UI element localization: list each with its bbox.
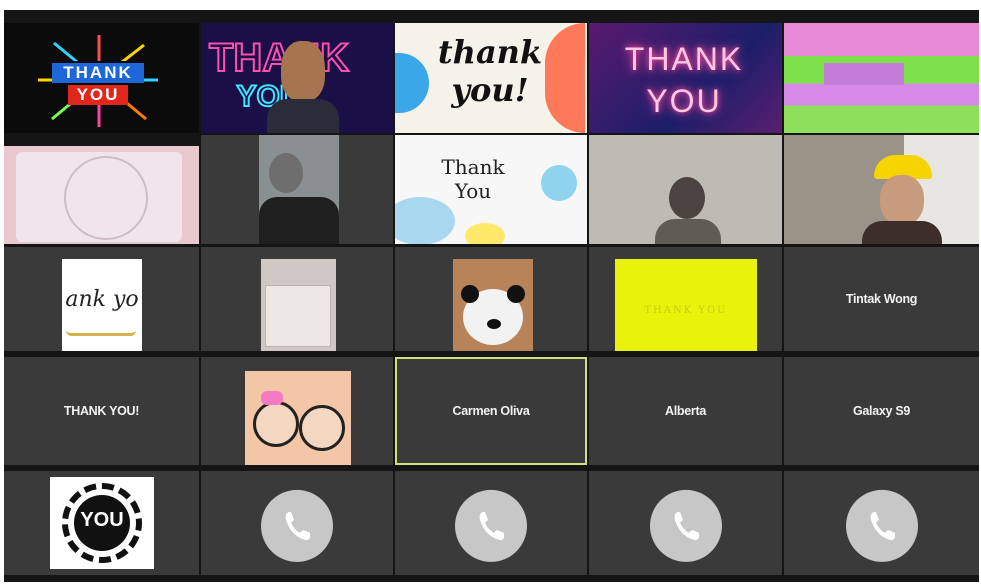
glitch-block (824, 63, 904, 85)
neon-sign-thank: THANK (624, 41, 744, 77)
participant-tile-thank-you-card[interactable]: Thank You (395, 135, 587, 244)
participant-tile-person-1[interactable] (201, 135, 393, 244)
card-thank-text: Thank (441, 155, 505, 179)
phone-call-avatar (845, 489, 918, 562)
participant-shirt (267, 99, 339, 133)
stork-illustration (64, 156, 148, 240)
participant-tile-phone-2[interactable] (395, 471, 587, 575)
participant-tile-thank-you-fireworks[interactable]: THANK YOU (4, 23, 199, 133)
participant-tile-thank-you-name[interactable]: THANK YOU! (4, 357, 199, 465)
participant-head (669, 177, 705, 219)
participant-name-carmen-oliva: Carmen Oliva (452, 404, 530, 418)
participant-body (259, 197, 339, 244)
participant-tile-panda[interactable] (395, 247, 587, 351)
fireworks-you-label: YOU (68, 85, 128, 105)
participant-face (880, 175, 924, 225)
participant-tile-mickey-minnie[interactable] (201, 357, 393, 465)
panda-nose (487, 319, 501, 329)
boxes (265, 285, 331, 347)
participant-name-thank-you: THANK YOU! (63, 404, 140, 418)
phone-call-avatar (261, 489, 333, 562)
gold-swirl (66, 325, 136, 336)
participant-tile-you-sticker[interactable]: YOU (4, 471, 199, 575)
participant-tile-phone-3[interactable] (589, 471, 782, 575)
phone-icon (674, 511, 699, 541)
panda-ear-left (461, 285, 479, 303)
participant-head (269, 153, 303, 193)
participant-tile-carmen-oliva[interactable]: Carmen Oliva (395, 357, 587, 465)
participant-body (862, 221, 942, 244)
you-sticker-text: YOU (80, 509, 124, 531)
participant-tile-galaxy-s9[interactable]: Galaxy S9 (784, 357, 979, 465)
neon-sign-you: YOU (646, 83, 722, 119)
participant-tile-held-card[interactable] (4, 146, 199, 244)
participant-tile-person-yellow-hat[interactable] (784, 135, 979, 244)
participant-tile-phone-4[interactable] (784, 471, 979, 575)
handwritten-thank-you-text: ank yo (65, 287, 139, 312)
participant-tile-alberta[interactable]: Alberta (589, 357, 782, 465)
participant-grid: THANK YOU THANK YOU thank you! THANK YOU… (4, 10, 979, 582)
participant-tile-person-2[interactable] (589, 135, 782, 244)
watercolor-blob-yellow (465, 223, 505, 244)
script-thank-text: thank (437, 33, 543, 71)
phone-call-avatar (649, 489, 722, 562)
mickey-head (299, 405, 345, 451)
participant-body (655, 219, 721, 244)
participant-tile-glitch-video[interactable] (784, 23, 979, 133)
participant-name-alberta: Alberta (665, 404, 706, 418)
watercolor-blob-teal (541, 165, 577, 201)
phone-icon (870, 511, 895, 541)
blue-paint-shape (395, 53, 429, 113)
card-you-text: You (454, 179, 492, 203)
participant-tile-thank-you-script[interactable]: thank you! (395, 23, 587, 133)
panda-ear-right (507, 285, 525, 303)
participant-name-tintak-wong: Tintak Wong (845, 292, 918, 306)
minnie-head (253, 401, 299, 447)
watercolor-blob-blue (395, 197, 455, 244)
participant-tile-phone-1[interactable] (201, 471, 393, 575)
fireworks-thank-label: THANK (52, 63, 144, 83)
script-you-text: you! (451, 71, 529, 109)
yellow-card-text: THANK YOU (644, 305, 728, 316)
participant-tile-yellow-card[interactable]: THANK YOU (589, 247, 782, 351)
phone-icon (285, 511, 310, 541)
participant-name-galaxy-s9: Galaxy S9 (852, 404, 911, 418)
video-conference-screen: THANK YOU THANK YOU thank you! THANK YOU… (0, 0, 981, 587)
phone-call-avatar (455, 489, 527, 562)
phone-icon (479, 511, 504, 541)
participant-face (281, 41, 325, 101)
participant-tile-neon-thank-you-person[interactable]: THANK YOU (201, 23, 393, 133)
minnie-bow-icon (261, 391, 283, 405)
participant-tile-room[interactable] (201, 247, 393, 351)
participant-tile-handwritten-card[interactable]: ank yo (4, 247, 199, 351)
participant-tile-neon-sign[interactable]: THANK YOU (589, 23, 782, 133)
participant-tile-tintak-wong[interactable]: Tintak Wong (784, 247, 979, 351)
